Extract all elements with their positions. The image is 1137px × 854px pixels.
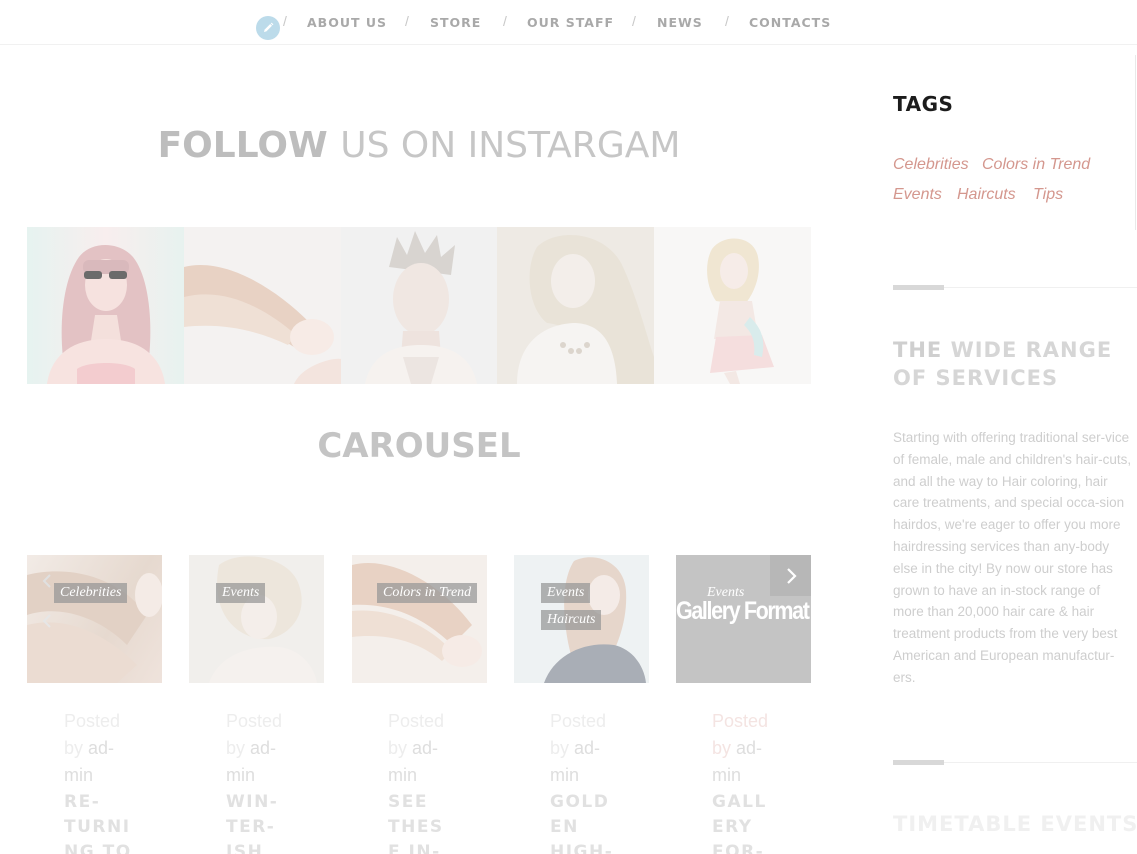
post-title-line: FOR- (712, 842, 765, 854)
posted-label: Posted (712, 711, 769, 731)
post-title-line: WIN- (226, 792, 279, 812)
sidebar-border (1135, 55, 1136, 230)
tag-link-colors-in-trend[interactable]: Colors in Trend (982, 156, 1090, 174)
posted-label: Posted (550, 711, 607, 731)
carousel-card[interactable]: Celebrities (27, 555, 162, 683)
card-tag-colors-in-trend[interactable]: Colors in Trend (377, 583, 478, 603)
nav-separator: / (725, 13, 729, 29)
author-link[interactable]: ad- (88, 738, 114, 758)
post-title-line: ERY (712, 817, 753, 837)
posted-label: Posted (64, 711, 121, 731)
carousel-card[interactable]: Events Haircuts (514, 555, 649, 683)
services-title-strong: THE (893, 338, 943, 362)
carousel-card[interactable]: Events (189, 555, 324, 683)
nav-separator: / (632, 13, 636, 29)
posted-label: Posted (388, 711, 445, 731)
instagram-photo[interactable] (340, 227, 498, 384)
carousel-card[interactable]: Events Gallery Format (676, 555, 811, 683)
by-label: by (550, 738, 570, 758)
post-title-line: GOLD (550, 792, 610, 812)
nav-item-store[interactable]: STORE (430, 15, 481, 30)
instagram-section-title: FOLLOW US ON INSTARGAM (0, 125, 838, 166)
instagram-title-strong: FOLLOW (157, 125, 328, 166)
by-label: by (388, 738, 408, 758)
carousel-card[interactable]: Colors in Trend (352, 555, 487, 683)
posted-label: Posted (226, 711, 283, 731)
post-title-link[interactable]: RE- TURNI NG TO (64, 790, 144, 854)
card-tag-celebrities[interactable]: Celebrities (54, 583, 128, 603)
by-label: by (64, 738, 84, 758)
author-link[interactable]: ad- (736, 738, 762, 758)
sidebar-divider (893, 760, 1137, 765)
author-link[interactable]: ad- (574, 738, 600, 758)
author-link[interactable]: min (712, 762, 792, 789)
nav-item-about-us[interactable]: ABOUT US (307, 15, 387, 30)
post-meta: Posted by ad- min (550, 708, 630, 789)
tag-link-celebrities[interactable]: Celebrities (893, 156, 969, 174)
instagram-photo[interactable] (497, 227, 655, 384)
tag-link-tips[interactable]: Tips (1033, 186, 1063, 204)
post-title-line: HIGH- (550, 842, 614, 854)
post-title-line: GALL (712, 792, 767, 812)
author-link[interactable]: min (550, 762, 630, 789)
nav-separator: / (283, 13, 287, 29)
post-title-line: EN (550, 817, 579, 837)
by-label: by (712, 738, 732, 758)
post-title-line: TURNI (64, 817, 131, 837)
instagram-photo[interactable] (654, 227, 811, 384)
sidebar-divider (893, 285, 1137, 290)
carousel-section-title: CAROUSEL (317, 426, 521, 466)
nav-separator: / (405, 13, 409, 29)
post-title-line: TER- (226, 817, 276, 837)
author-link[interactable]: ad- (250, 738, 276, 758)
nav-separator: / (503, 13, 507, 29)
post-title-link[interactable]: GOLD EN HIGH- (550, 790, 630, 854)
tag-link-events[interactable]: Events (893, 186, 942, 204)
post-title-line: THES (388, 817, 444, 837)
nav-item-our-staff[interactable]: OUR STAFF (527, 15, 614, 30)
post-meta: Posted by ad- min (226, 708, 306, 789)
author-link[interactable]: min (388, 762, 468, 789)
post-title-line: RE- (64, 792, 101, 812)
post-title-line: ISH (226, 842, 264, 854)
top-navigation: / ABOUT US / STORE / OUR STAFF / NEWS / … (0, 0, 1137, 45)
nav-item-news[interactable]: NEWS (657, 15, 703, 30)
post-title-line: SEE (388, 792, 428, 812)
post-meta: Posted by ad- min (712, 708, 792, 789)
pencil-icon[interactable] (256, 16, 280, 40)
instagram-photo[interactable] (183, 227, 341, 384)
post-title-link[interactable]: GALL ERY FOR- (712, 790, 792, 854)
author-link[interactable]: min (226, 762, 306, 789)
timetable-heading: TIMETABLE EVENTS (893, 812, 1137, 836)
nav-item-contacts[interactable]: CONTACTS (749, 15, 831, 30)
chevron-left-icon[interactable] (39, 573, 55, 589)
post-title-link[interactable]: SEE THES E IN- (388, 790, 468, 854)
instagram-title-light: US ON INSTARGAM (340, 125, 681, 166)
instagram-gallery (27, 227, 811, 384)
post-title-line: NG TO (64, 842, 132, 854)
card-tag-haircuts[interactable]: Haircuts (541, 610, 602, 630)
by-label: by (226, 738, 246, 758)
instagram-photo[interactable] (27, 227, 184, 384)
chevron-right-icon[interactable] (770, 555, 811, 596)
post-meta: Posted by ad- min (64, 708, 144, 789)
tags-heading: TAGS (893, 92, 954, 116)
card-tag-events[interactable]: Events (216, 583, 266, 603)
tag-link-haircuts[interactable]: Haircuts (957, 186, 1016, 204)
card-tag-events[interactable]: Events (541, 583, 591, 603)
services-description: Starting with offering traditional ser-v… (893, 430, 1132, 685)
chevron-left-icon (39, 613, 55, 629)
post-title-line: E IN- (388, 842, 441, 854)
author-link[interactable]: ad- (412, 738, 438, 758)
author-link[interactable]: min (64, 762, 144, 789)
post-meta: Posted by ad- min (388, 708, 468, 789)
gallery-format-label: Gallery Format (676, 597, 810, 625)
services-heading: THE WIDE RANGE OF SERVICES (893, 336, 1137, 392)
post-title-link[interactable]: WIN- TER- ISH (226, 790, 306, 854)
